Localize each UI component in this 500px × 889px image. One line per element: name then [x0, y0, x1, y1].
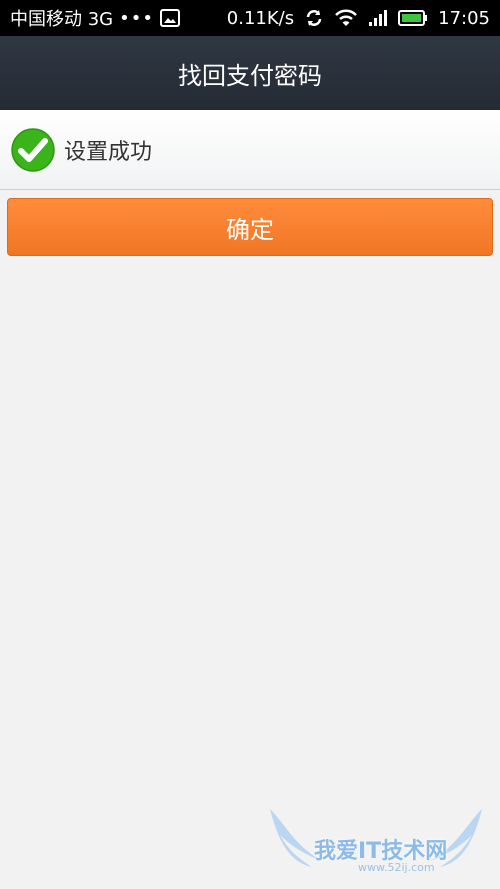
- clock: 17:05: [438, 7, 490, 29]
- page-title: 找回支付密码: [178, 61, 322, 90]
- signal-icon: [368, 9, 388, 27]
- title-bar: 找回支付密码: [0, 36, 500, 110]
- watermark: 我爱IT技术网 www.52ij.com: [266, 805, 486, 881]
- success-message-row: 设置成功: [0, 110, 500, 190]
- carrier-label: 中国移动 3G: [10, 9, 114, 30]
- check-circle-icon: [10, 127, 56, 173]
- confirm-button[interactable]: 确定: [7, 198, 493, 256]
- wifi-icon: [334, 9, 358, 27]
- status-bar-right: 0.11K/s 17:05: [227, 8, 490, 29]
- image-icon: [159, 9, 180, 27]
- confirm-button-label: 确定: [226, 215, 274, 244]
- battery-icon: [398, 9, 428, 27]
- status-bar: 中国移动 3G ••• 0.11K/s 17:05: [0, 0, 500, 36]
- watermark-url: www.52ij.com: [358, 861, 435, 874]
- sync-icon: [304, 8, 324, 28]
- network-speed: 0.11K/s: [226, 7, 295, 29]
- success-message: 设置成功: [64, 139, 153, 165]
- status-bar-left: 中国移动 3G •••: [10, 5, 180, 31]
- notification-dots: •••: [119, 7, 154, 29]
